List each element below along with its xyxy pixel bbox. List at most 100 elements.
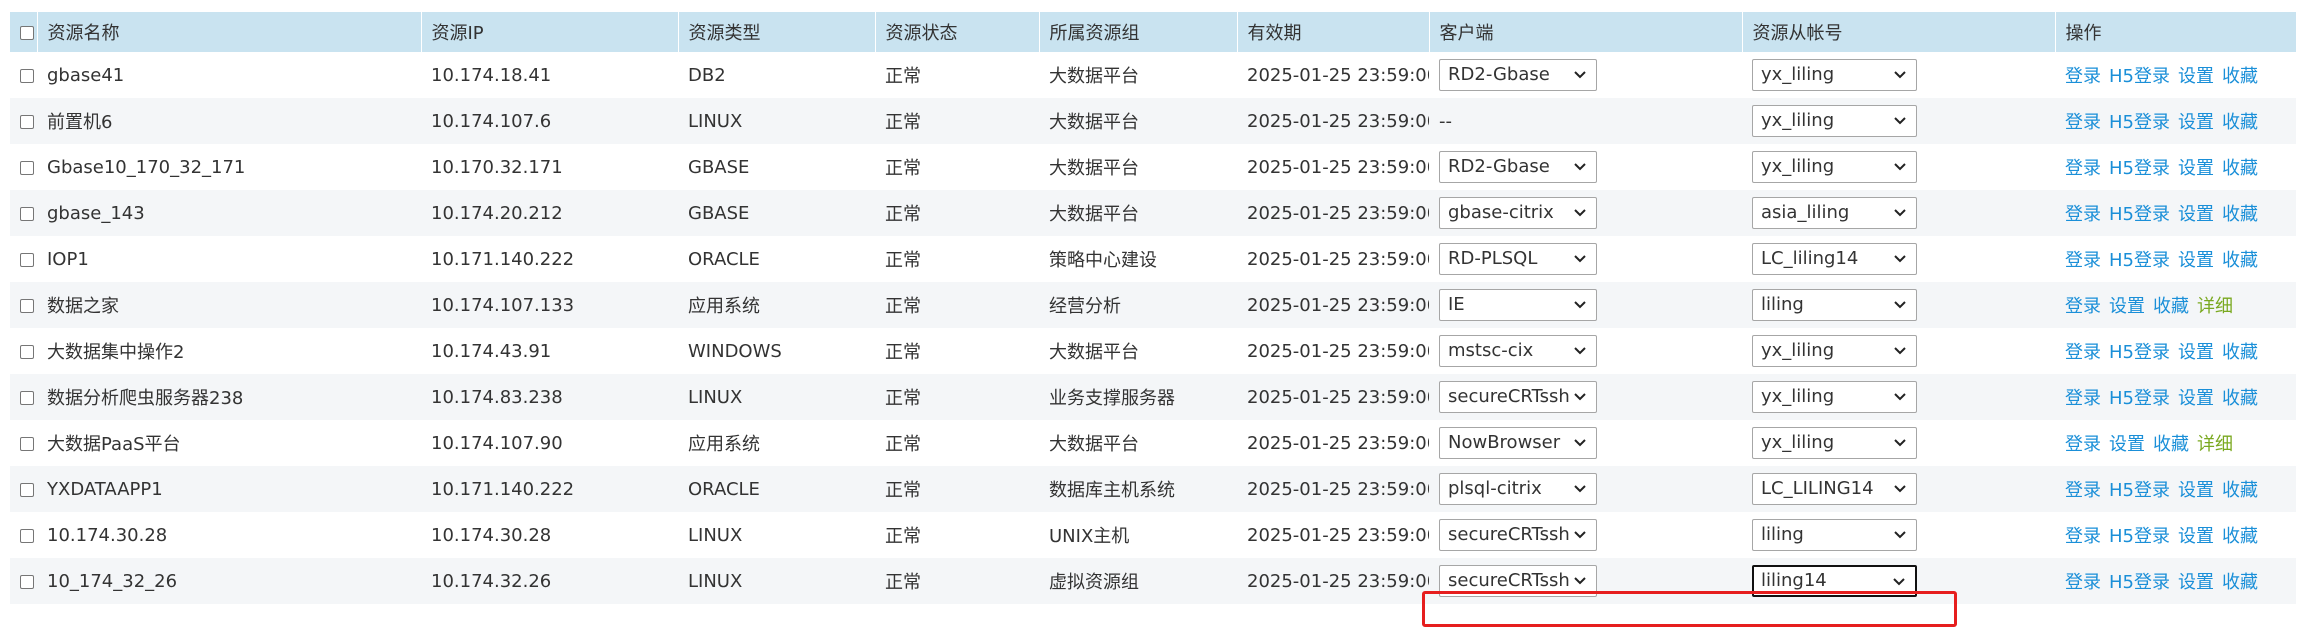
header-resource-name[interactable]: 资源名称: [36, 12, 421, 52]
account-select[interactable]: liling: [1752, 519, 1917, 551]
op-link-2[interactable]: 设置: [2178, 112, 2214, 133]
row-select-cell[interactable]: [10, 98, 37, 144]
op-link-3[interactable]: 收藏: [2222, 342, 2258, 363]
account-select[interactable]: liling: [1752, 289, 1917, 321]
op-link-2[interactable]: 设置: [2178, 388, 2214, 409]
row-select-cell[interactable]: [10, 282, 37, 328]
client-select[interactable]: secureCRTssh: [1439, 519, 1597, 551]
account-select[interactable]: LC_liling14: [1752, 243, 1917, 275]
op-link-3[interactable]: 详细: [2197, 296, 2233, 317]
op-link-0[interactable]: 登录: [2065, 250, 2101, 271]
op-link-1[interactable]: H5登录: [2109, 66, 2170, 87]
op-link-3[interactable]: 收藏: [2222, 66, 2258, 87]
op-link-0[interactable]: 登录: [2065, 112, 2101, 133]
row-checkbox[interactable]: [20, 390, 34, 405]
op-link-0[interactable]: 登录: [2065, 342, 2101, 363]
op-link-1[interactable]: H5登录: [2109, 204, 2170, 225]
op-link-2[interactable]: 设置: [2178, 66, 2214, 87]
op-link-3[interactable]: 收藏: [2222, 572, 2258, 593]
client-select[interactable]: gbase-citrix: [1439, 197, 1597, 229]
account-select[interactable]: LC_LILING14: [1752, 473, 1917, 505]
account-select[interactable]: yx_liling: [1752, 335, 1917, 367]
account-select[interactable]: yx_liling: [1752, 105, 1917, 137]
op-link-3[interactable]: 收藏: [2222, 480, 2258, 501]
op-link-3[interactable]: 收藏: [2222, 250, 2258, 271]
op-link-0[interactable]: 登录: [2065, 480, 2101, 501]
op-link-0[interactable]: 登录: [2065, 388, 2101, 409]
row-checkbox[interactable]: [20, 436, 34, 451]
row-select-cell[interactable]: [10, 190, 37, 236]
row-checkbox[interactable]: [20, 574, 34, 589]
row-select-cell[interactable]: [10, 52, 37, 98]
row-checkbox[interactable]: [20, 206, 34, 221]
op-link-1[interactable]: H5登录: [2109, 572, 2170, 593]
op-link-1[interactable]: 设置: [2109, 296, 2145, 317]
client-select[interactable]: plsql-citrix: [1439, 473, 1597, 505]
header-expiry[interactable]: 有效期: [1236, 12, 1429, 52]
op-link-0[interactable]: 登录: [2065, 526, 2101, 547]
op-link-1[interactable]: H5登录: [2109, 112, 2170, 133]
op-link-1[interactable]: H5登录: [2109, 480, 2170, 501]
op-link-2[interactable]: 收藏: [2153, 434, 2189, 455]
op-link-2[interactable]: 设置: [2178, 572, 2214, 593]
op-link-3[interactable]: 收藏: [2222, 526, 2258, 547]
row-select-cell[interactable]: [10, 420, 37, 466]
client-select[interactable]: secureCRTssh: [1439, 565, 1597, 597]
row-select-cell[interactable]: [10, 466, 37, 512]
op-link-3[interactable]: 收藏: [2222, 388, 2258, 409]
account-select[interactable]: yx_liling: [1752, 151, 1917, 183]
row-checkbox[interactable]: [20, 528, 34, 543]
op-link-0[interactable]: 登录: [2065, 296, 2101, 317]
op-link-0[interactable]: 登录: [2065, 66, 2101, 87]
row-checkbox[interactable]: [20, 252, 34, 267]
op-link-2[interactable]: 设置: [2178, 250, 2214, 271]
op-link-2[interactable]: 设置: [2178, 526, 2214, 547]
header-resource-type[interactable]: 资源类型: [677, 12, 875, 52]
op-link-1[interactable]: 设置: [2109, 434, 2145, 455]
account-select[interactable]: yx_liling: [1752, 381, 1917, 413]
client-select[interactable]: RD-PLSQL: [1439, 243, 1597, 275]
op-link-3[interactable]: 收藏: [2222, 112, 2258, 133]
header-resource-status[interactable]: 资源状态: [874, 12, 1039, 52]
op-link-0[interactable]: 登录: [2065, 572, 2101, 593]
op-link-2[interactable]: 设置: [2178, 158, 2214, 179]
op-link-1[interactable]: H5登录: [2109, 158, 2170, 179]
op-link-0[interactable]: 登录: [2065, 204, 2101, 225]
row-checkbox[interactable]: [20, 482, 34, 497]
op-link-0[interactable]: 登录: [2065, 158, 2101, 179]
account-select[interactable]: liling14: [1752, 565, 1917, 597]
header-resource-group[interactable]: 所属资源组: [1038, 12, 1237, 52]
op-link-2[interactable]: 设置: [2178, 480, 2214, 501]
op-link-2[interactable]: 设置: [2178, 342, 2214, 363]
row-checkbox[interactable]: [20, 298, 34, 313]
row-select-cell[interactable]: [10, 144, 37, 190]
op-link-3[interactable]: 详细: [2197, 434, 2233, 455]
op-link-2[interactable]: 设置: [2178, 204, 2214, 225]
row-select-cell[interactable]: [10, 328, 37, 374]
header-select-all[interactable]: [10, 12, 37, 52]
client-select[interactable]: mstsc-cix: [1439, 335, 1597, 367]
op-link-1[interactable]: H5登录: [2109, 342, 2170, 363]
client-select[interactable]: RD2-Gbase: [1439, 151, 1597, 183]
op-link-3[interactable]: 收藏: [2222, 204, 2258, 225]
op-link-0[interactable]: 登录: [2065, 434, 2101, 455]
client-select[interactable]: secureCRTssh: [1439, 381, 1597, 413]
row-select-cell[interactable]: [10, 558, 37, 604]
account-select[interactable]: yx_liling: [1752, 427, 1917, 459]
op-link-1[interactable]: H5登录: [2109, 250, 2170, 271]
account-select[interactable]: asia_liling: [1752, 197, 1917, 229]
row-select-cell[interactable]: [10, 236, 37, 282]
op-link-1[interactable]: H5登录: [2109, 526, 2170, 547]
row-checkbox[interactable]: [20, 114, 34, 129]
select-all-checkbox[interactable]: [20, 25, 34, 40]
row-select-cell[interactable]: [10, 374, 37, 420]
account-select[interactable]: yx_liling: [1752, 59, 1917, 91]
header-client[interactable]: 客户端: [1428, 12, 1742, 52]
header-account[interactable]: 资源从帐号: [1741, 12, 2055, 52]
client-select[interactable]: RD2-Gbase: [1439, 59, 1597, 91]
client-select[interactable]: NowBrowser: [1439, 427, 1597, 459]
row-checkbox[interactable]: [20, 68, 34, 83]
op-link-1[interactable]: H5登录: [2109, 388, 2170, 409]
row-checkbox[interactable]: [20, 344, 34, 359]
row-select-cell[interactable]: [10, 512, 37, 558]
